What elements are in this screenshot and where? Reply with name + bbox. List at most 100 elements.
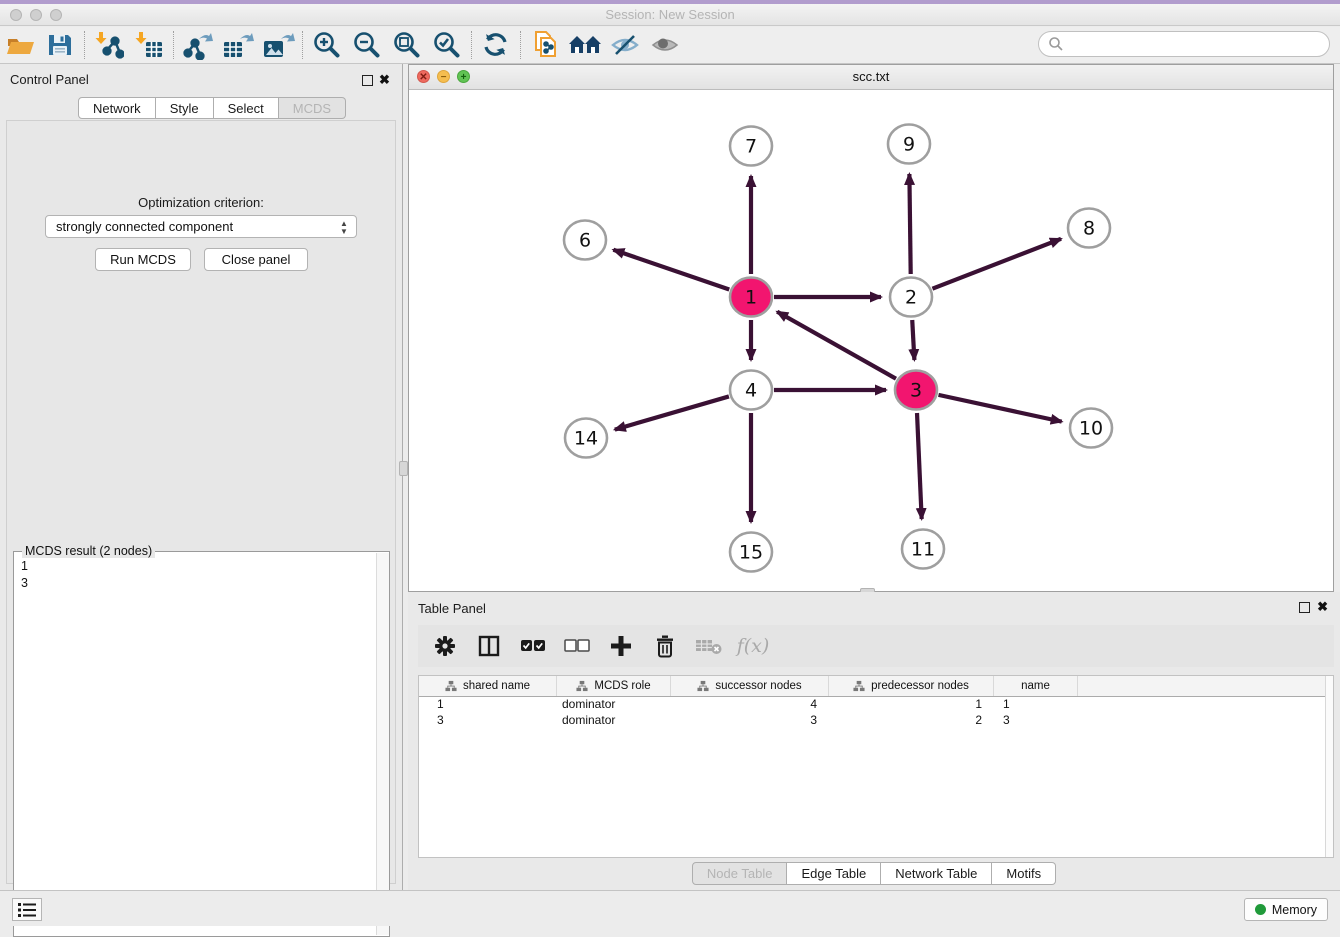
graph-node-label-11: 11 (911, 539, 935, 561)
table-tabs: Node Table Edge Table Network Table Moti… (408, 862, 1340, 885)
graph-node-label-4: 4 (745, 380, 757, 402)
toolbar-separator (173, 31, 174, 59)
memory-button[interactable]: Memory (1244, 898, 1328, 921)
tab-edge-table[interactable]: Edge Table (787, 862, 881, 885)
column-header-mcds-role[interactable]: MCDS role (557, 676, 671, 696)
graph-edge-2-8[interactable] (932, 239, 1061, 289)
cell-shared-name: 3 (419, 713, 557, 729)
save-session-button[interactable] (40, 29, 80, 61)
zoom-fit-icon (392, 30, 422, 60)
close-table-panel-icon[interactable]: ✖ (1317, 599, 1328, 615)
hide-selected-button[interactable] (605, 29, 645, 61)
table-split-view-button[interactable] (474, 631, 504, 661)
zoom-selected-button[interactable] (427, 29, 467, 61)
gear-icon (433, 634, 457, 658)
toolbar-separator (84, 31, 85, 59)
function-builder-button[interactable]: f(x) (738, 631, 768, 661)
cell-predecessor-nodes: 2 (829, 713, 994, 729)
graph-edge-3-1[interactable] (777, 312, 896, 379)
cell-predecessor-nodes: 1 (829, 697, 994, 713)
import-table-icon (134, 30, 164, 60)
select-all-rows-button[interactable] (518, 631, 548, 661)
network-canvas[interactable]: 7968124314101511 (409, 90, 1333, 591)
column-header-successor-nodes[interactable]: successor nodes (671, 676, 829, 696)
deselect-all-rows-button[interactable] (562, 631, 592, 661)
import-table-button[interactable] (129, 29, 169, 61)
cell-mcds-role: dominator (557, 713, 671, 729)
control-panel-tabs: Network Style Select MCDS (78, 97, 346, 119)
vertical-divider-handle[interactable] (399, 461, 408, 476)
zoom-out-button[interactable] (347, 29, 387, 61)
table-settings-button[interactable] (430, 631, 460, 661)
graph-edge-1-6[interactable] (613, 250, 729, 290)
float-table-panel-icon[interactable] (1299, 602, 1310, 613)
column-header-shared-name[interactable]: shared name (419, 676, 557, 696)
task-history-button[interactable] (12, 898, 42, 921)
graph-node-label-15: 15 (739, 542, 763, 564)
table-scrollbar[interactable] (1325, 676, 1333, 857)
result-scrollbar[interactable] (376, 553, 389, 935)
mcds-result-item: 1 (21, 558, 28, 575)
graph-node-label-8: 8 (1083, 218, 1095, 240)
network-graph: 7968124314101511 (409, 90, 1333, 591)
cell-shared-name: 1 (419, 697, 557, 713)
graph-node-label-1: 1 (745, 287, 757, 309)
table-header-row: shared name MCDS role successor nodes pr… (419, 676, 1333, 697)
fx-icon: f(x) (737, 635, 770, 657)
tab-mcds[interactable]: MCDS (279, 97, 346, 119)
graph-edge-3-10[interactable] (938, 395, 1061, 422)
main-toolbar (0, 27, 1340, 64)
graph-edge-2-9[interactable] (909, 174, 910, 274)
tab-node-table[interactable]: Node Table (692, 862, 788, 885)
export-table-button[interactable] (218, 29, 258, 61)
close-panel-button[interactable]: Close panel (204, 248, 308, 271)
graph-edge-2-3[interactable] (912, 320, 914, 360)
close-panel-icon[interactable]: ✖ (379, 72, 390, 88)
show-all-button[interactable] (645, 29, 685, 61)
app-titlebar: Session: New Session (0, 4, 1340, 26)
table-panel-title: Table Panel (418, 601, 486, 616)
tab-motifs[interactable]: Motifs (992, 862, 1056, 885)
graph-node-label-3: 3 (910, 380, 922, 402)
open-folder-icon (5, 31, 35, 59)
delete-column-button[interactable] (650, 631, 680, 661)
search-input[interactable] (1038, 31, 1330, 57)
first-neighbors-button[interactable] (565, 29, 605, 61)
zoom-fit-button[interactable] (387, 29, 427, 61)
table-panel: Table Panel ✖ (408, 592, 1340, 890)
tab-select[interactable]: Select (214, 97, 279, 119)
float-panel-icon[interactable] (362, 75, 373, 86)
optimization-criterion-select[interactable]: strongly connected component ▲▼ (45, 215, 357, 238)
column-header-predecessor-nodes[interactable]: predecessor nodes (829, 676, 994, 696)
cell-mcds-role: dominator (557, 697, 671, 713)
split-columns-icon (477, 634, 501, 658)
clone-network-icon (530, 29, 560, 61)
refresh-view-button[interactable] (476, 29, 516, 61)
open-file-button[interactable] (0, 29, 40, 61)
cell-name: 3 (994, 713, 1078, 729)
export-image-icon (261, 30, 295, 60)
graph-edge-3-11[interactable] (917, 413, 922, 519)
table-row[interactable]: 1 dominator 4 1 1 (419, 697, 1333, 713)
unchecked-boxes-icon (564, 638, 590, 654)
column-header-name[interactable]: name (994, 676, 1078, 696)
export-network-button[interactable] (178, 29, 218, 61)
zoom-in-button[interactable] (307, 29, 347, 61)
tab-network-table[interactable]: Network Table (881, 862, 992, 885)
delete-table-button[interactable] (694, 631, 724, 661)
zoom-in-icon (312, 30, 342, 60)
tab-style[interactable]: Style (156, 97, 214, 119)
control-panel-header: Control Panel ✖ (0, 68, 402, 92)
export-image-button[interactable] (258, 29, 298, 61)
clone-network-button[interactable] (525, 29, 565, 61)
add-column-button[interactable] (606, 631, 636, 661)
dropdown-value: strongly connected component (56, 219, 233, 234)
eye-slash-icon (609, 31, 641, 59)
tab-network[interactable]: Network (78, 97, 156, 119)
node-table: shared name MCDS role successor nodes pr… (418, 675, 1334, 858)
toolbar-separator (302, 31, 303, 59)
graph-edge-4-14[interactable] (615, 396, 729, 429)
table-row[interactable]: 3 dominator 3 2 3 (419, 713, 1333, 729)
import-network-button[interactable] (89, 29, 129, 61)
run-mcds-button[interactable]: Run MCDS (95, 248, 191, 271)
